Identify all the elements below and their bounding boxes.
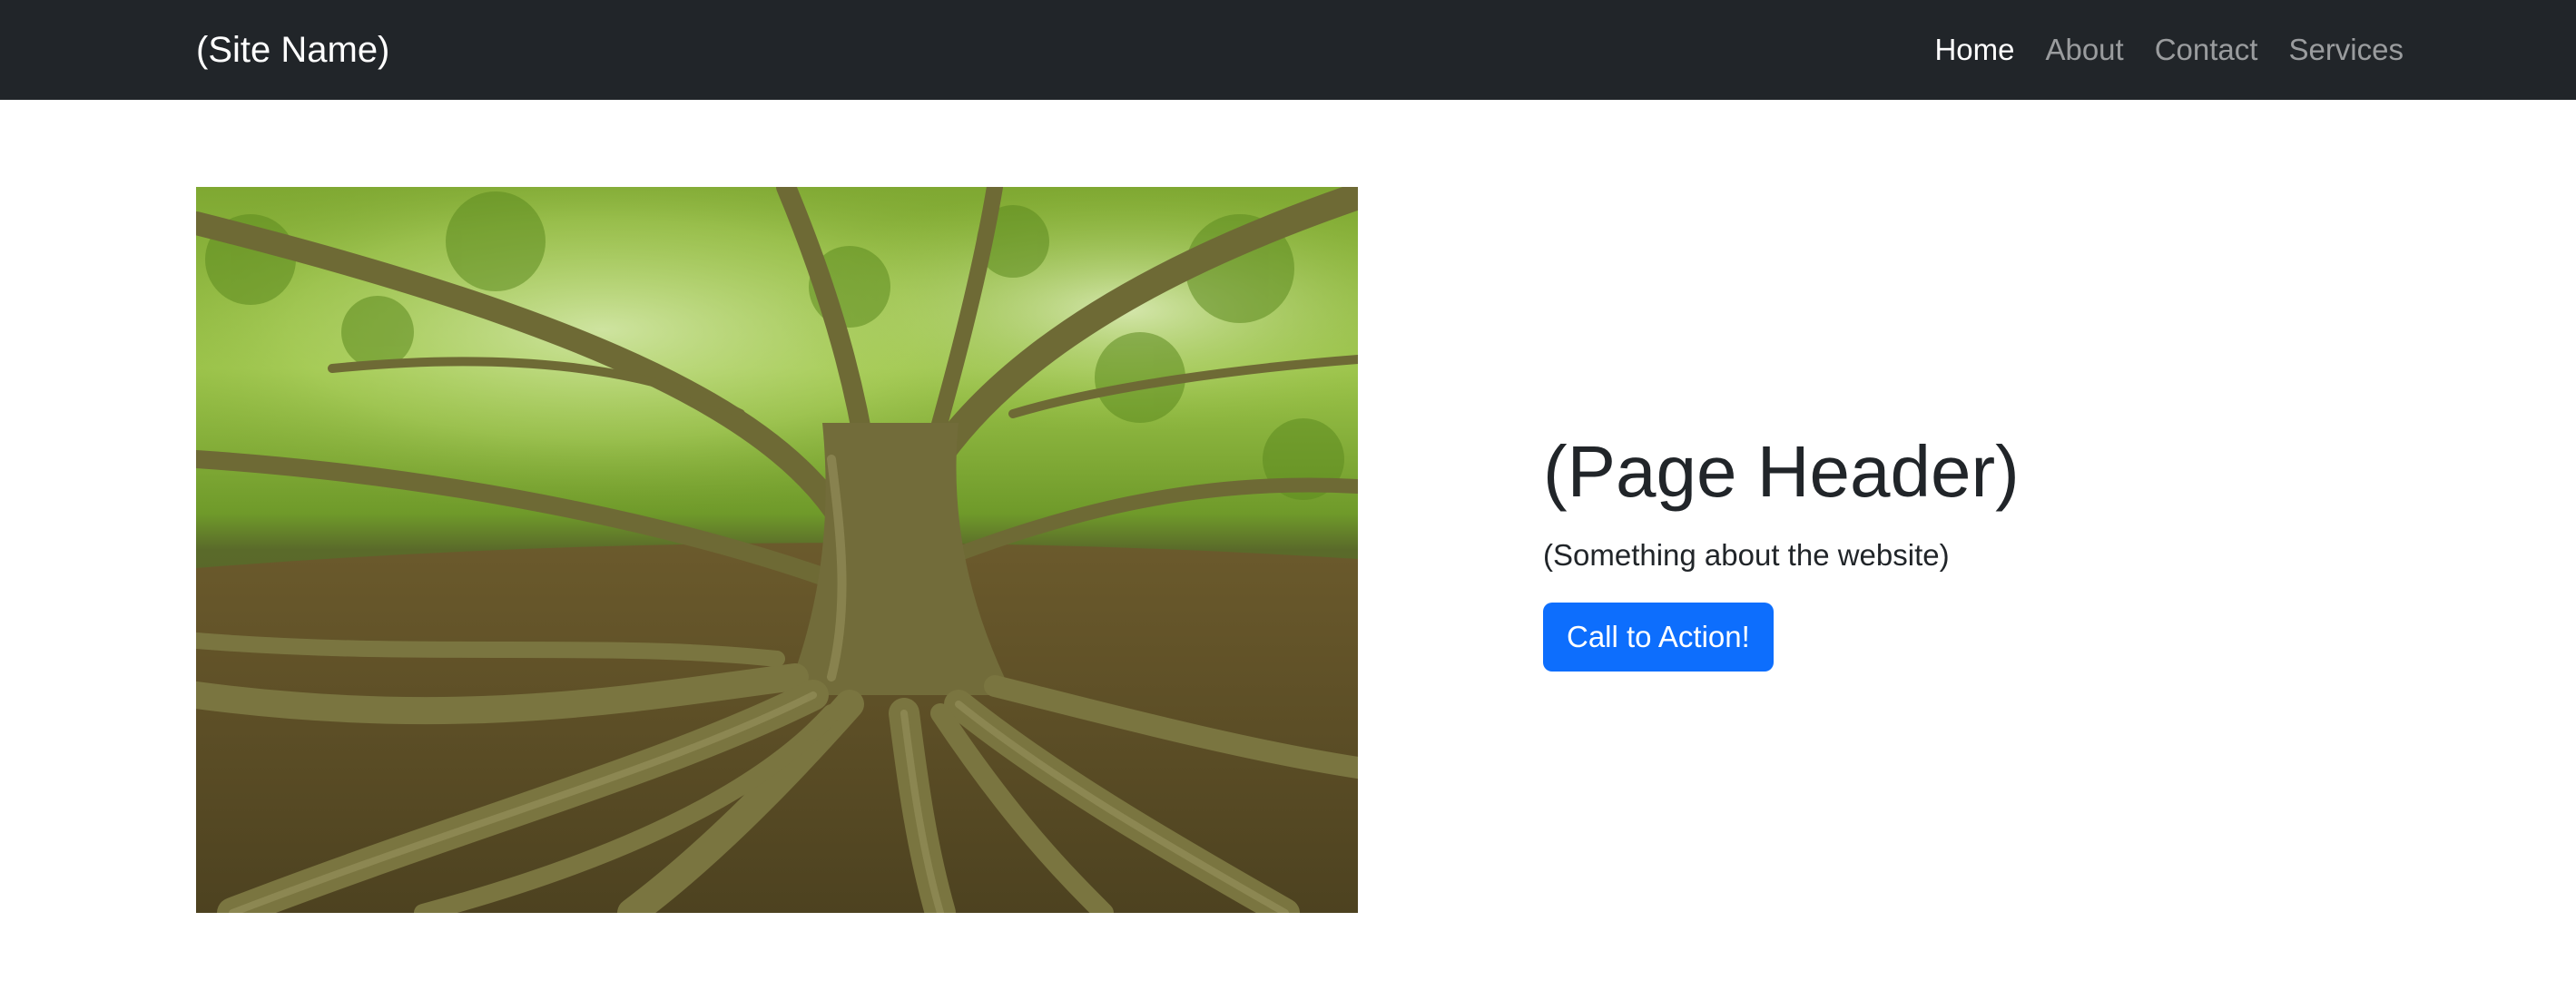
page-description: (Something about the website) (1543, 538, 1950, 572)
site-name-brand[interactable]: (Site Name) (196, 27, 389, 73)
nav-link-contact[interactable]: Contact (2155, 27, 2258, 73)
nav-link-home[interactable]: Home (1934, 27, 2014, 73)
nav-links: Home About Contact Services (1934, 27, 2404, 73)
hero-text-block: (Page Header) (Something about the websi… (1543, 426, 2451, 672)
top-navbar: (Site Name) Home About Contact Services (0, 0, 2576, 100)
hero-tree-image (196, 187, 1358, 913)
nav-link-services[interactable]: Services (2288, 27, 2404, 73)
nav-link-about[interactable]: About (2045, 27, 2123, 73)
call-to-action-button[interactable]: Call to Action! (1543, 603, 1774, 672)
page-header: (Page Header) (1543, 431, 2020, 512)
